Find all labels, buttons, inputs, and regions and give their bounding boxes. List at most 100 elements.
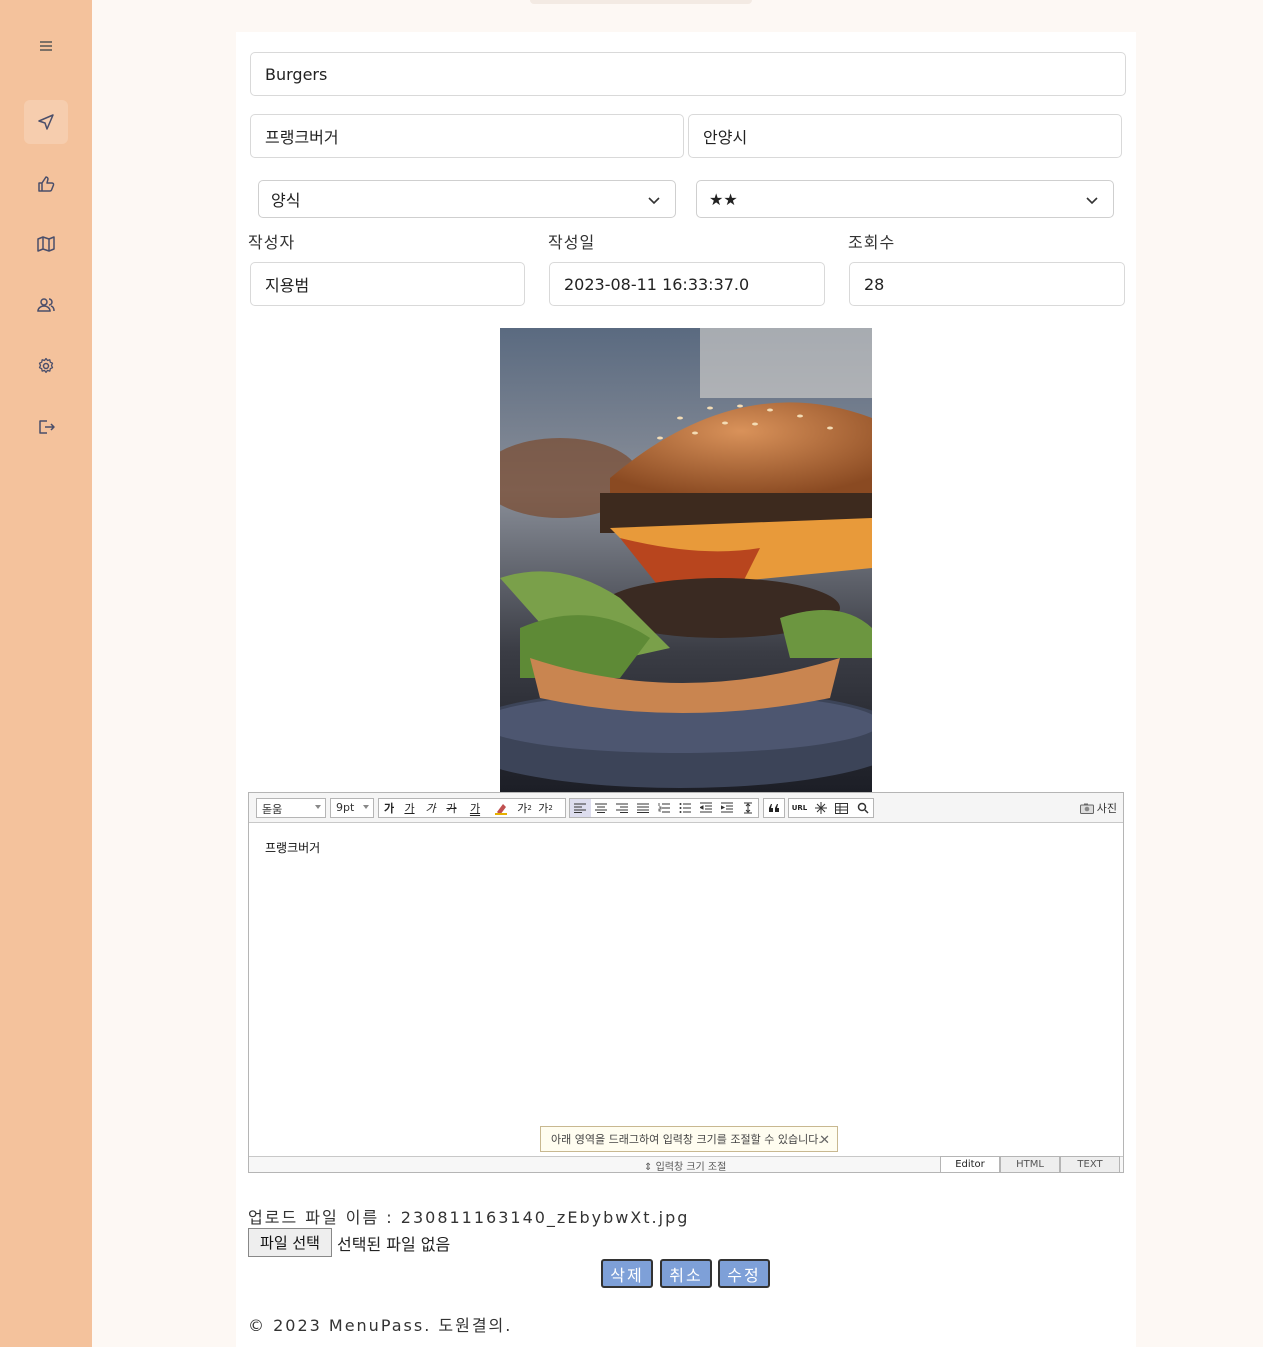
justify-button[interactable] bbox=[633, 799, 654, 817]
delete-button[interactable]: 삭제 bbox=[601, 1259, 653, 1288]
insert-photo-button[interactable]: 사진 bbox=[1079, 800, 1117, 816]
blockquote-button[interactable] bbox=[764, 799, 784, 817]
quote-icon bbox=[769, 804, 779, 812]
insert-group: URL bbox=[788, 798, 874, 818]
subscript-button[interactable]: 가2 bbox=[535, 799, 556, 817]
store-name-input[interactable]: 프랭크버거 bbox=[250, 114, 684, 158]
burger-photo bbox=[500, 328, 872, 792]
unordered-list-button[interactable] bbox=[674, 799, 695, 817]
close-icon[interactable]: ✕ bbox=[819, 1133, 830, 1148]
ordered-list-icon bbox=[658, 803, 670, 813]
italic-button[interactable]: 가 bbox=[420, 799, 441, 817]
align-left-button[interactable] bbox=[570, 799, 591, 817]
resize-handle[interactable]: ⇕ 입력창 크기 조절 Editor HTML TEXT bbox=[249, 1156, 1123, 1173]
align-center-button[interactable] bbox=[591, 799, 612, 817]
users-icon bbox=[37, 298, 55, 312]
camera-icon bbox=[1079, 803, 1094, 814]
justify-icon bbox=[637, 803, 650, 813]
upload-file-name: 업로드 파일 이름 : 230811163140_zEbybwXt.jpg bbox=[248, 1208, 690, 1227]
indent-button[interactable] bbox=[716, 799, 737, 817]
find-button[interactable] bbox=[852, 799, 873, 817]
gear-icon bbox=[38, 357, 54, 374]
cancel-button[interactable]: 취소 bbox=[660, 1259, 712, 1288]
author-field[interactable]: 지용범 bbox=[250, 262, 525, 306]
align-left-icon bbox=[574, 803, 587, 813]
no-file-text: 선택된 파일 없음 bbox=[337, 1235, 451, 1254]
mode-tab-html[interactable]: HTML bbox=[1000, 1156, 1060, 1172]
highlight-button[interactable] bbox=[488, 799, 514, 817]
search-icon bbox=[857, 802, 869, 814]
line-height-button[interactable] bbox=[737, 799, 758, 817]
sidebar-item-map[interactable] bbox=[24, 222, 68, 266]
date-label: 작성일 bbox=[548, 233, 596, 252]
special-char-button[interactable] bbox=[810, 799, 831, 817]
menu-icon bbox=[40, 41, 52, 51]
map-icon bbox=[37, 236, 55, 252]
paragraph-group bbox=[569, 798, 759, 818]
underline-button[interactable]: 가 bbox=[399, 799, 420, 817]
editor-mode-tabs: Editor HTML TEXT bbox=[940, 1156, 1120, 1172]
navigation-arrow-icon bbox=[38, 114, 54, 130]
location-input[interactable]: 안양시 bbox=[688, 114, 1122, 158]
align-right-icon bbox=[616, 803, 629, 813]
table-icon bbox=[835, 802, 848, 814]
title-input[interactable]: Burgers bbox=[250, 52, 1126, 96]
ordered-list-button[interactable] bbox=[654, 799, 675, 817]
category-select-value: 양식 bbox=[271, 191, 301, 210]
font-select[interactable]: 돋움 bbox=[256, 798, 326, 818]
url-button[interactable]: URL bbox=[789, 799, 810, 817]
editor-content[interactable]: 프랭크버거 bbox=[265, 839, 320, 856]
logout-icon bbox=[39, 420, 55, 434]
unordered-list-icon bbox=[679, 803, 691, 813]
chevron-down-icon bbox=[648, 197, 660, 205]
date-field[interactable]: 2023-08-11 16:33:37.0 bbox=[549, 262, 825, 306]
resize-tooltip: 아래 영역을 드래그하여 입력창 크기를 조절할 수 있습니다. ✕ bbox=[540, 1126, 838, 1152]
mode-tab-text[interactable]: TEXT bbox=[1060, 1156, 1120, 1172]
font-color-button[interactable]: 가 bbox=[462, 799, 488, 817]
sidebar bbox=[0, 0, 92, 1347]
indent-icon bbox=[720, 802, 733, 813]
special-char-icon bbox=[814, 802, 827, 814]
font-size-value: 9pt bbox=[336, 801, 355, 814]
rich-text-editor: 돋움 9pt 가 가 가 가 가 가2 가2 URL 사진 프랭크버거 아래 영… bbox=[248, 792, 1124, 1173]
mode-tab-editor[interactable]: Editor bbox=[940, 1156, 1000, 1172]
sidebar-item-recommend[interactable] bbox=[24, 162, 68, 206]
footer-copyright: © 2023 MenuPass. 도원결의. bbox=[248, 1316, 513, 1335]
insert-photo-label: 사진 bbox=[1096, 802, 1117, 815]
sidebar-item-navigate[interactable] bbox=[24, 100, 68, 144]
rating-select[interactable]: ★★ bbox=[696, 180, 1114, 218]
font-select-value: 돋움 bbox=[262, 803, 283, 816]
sidebar-item-settings[interactable] bbox=[24, 344, 68, 388]
category-select[interactable]: 양식 bbox=[258, 180, 676, 218]
views-field[interactable]: 28 bbox=[849, 262, 1125, 306]
rating-select-value: ★★ bbox=[709, 189, 738, 209]
text-format-group: 가 가 가 가 가 가2 가2 bbox=[378, 798, 566, 818]
highlight-icon bbox=[495, 804, 507, 815]
bold-button[interactable]: 가 bbox=[379, 799, 399, 817]
quote-group bbox=[763, 798, 785, 818]
outdent-icon bbox=[699, 802, 712, 813]
font-size-select[interactable]: 9pt bbox=[330, 798, 374, 818]
strikethrough-button[interactable]: 가 bbox=[441, 799, 462, 817]
table-button[interactable] bbox=[831, 799, 852, 817]
chevron-down-icon bbox=[1086, 197, 1098, 205]
choose-file-button[interactable]: 파일 선택 bbox=[248, 1228, 332, 1257]
edit-button[interactable]: 수정 bbox=[718, 1259, 770, 1288]
subscript-label: 가 bbox=[538, 802, 549, 815]
line-height-icon bbox=[743, 802, 752, 814]
views-label: 조회수 bbox=[848, 233, 896, 252]
resize-tooltip-text: 아래 영역을 드래그하여 입력창 크기를 조절할 수 있습니다. bbox=[551, 1133, 822, 1146]
resize-label-text: 입력창 크기 조절 bbox=[655, 1162, 727, 1173]
superscript-label: 가 bbox=[517, 802, 528, 815]
align-right-button[interactable] bbox=[612, 799, 633, 817]
editor-toolbar: 돋움 9pt 가 가 가 가 가 가2 가2 URL 사진 bbox=[249, 793, 1123, 823]
sidebar-item-users[interactable] bbox=[24, 283, 68, 327]
align-center-icon bbox=[595, 803, 608, 813]
menu-toggle-button[interactable] bbox=[24, 24, 68, 68]
outdent-button[interactable] bbox=[695, 799, 716, 817]
superscript-button[interactable]: 가2 bbox=[514, 799, 535, 817]
top-handle bbox=[530, 0, 752, 4]
resize-label: ⇕ 입력창 크기 조절 bbox=[644, 1162, 727, 1173]
sidebar-item-logout[interactable] bbox=[24, 405, 68, 449]
thumbs-up-icon bbox=[38, 176, 55, 192]
